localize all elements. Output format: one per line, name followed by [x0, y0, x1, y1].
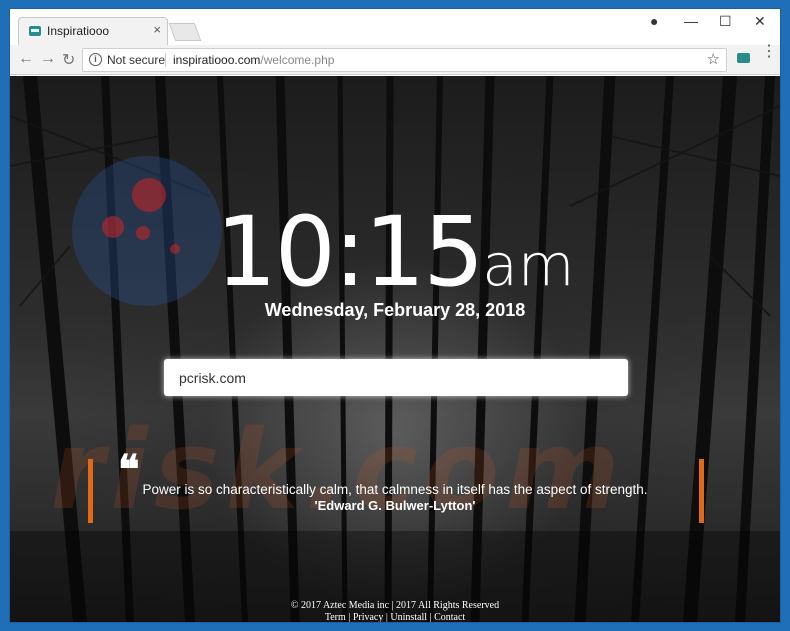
clock-ampm: am — [482, 231, 575, 299]
menu-dots-icon[interactable]: ⋮ — [761, 44, 777, 60]
footer-link-uninstall[interactable]: Uninstall — [390, 612, 427, 622]
maximize-button[interactable]: ☐ — [719, 13, 732, 30]
site-favicon-icon — [29, 26, 41, 36]
back-arrow-icon[interactable]: ← — [18, 50, 34, 68]
current-date: Wednesday, February 28, 2018 — [264, 300, 526, 320]
search-input[interactable] — [164, 359, 628, 396]
tab-close-icon[interactable]: × — [153, 22, 161, 37]
address-bar[interactable]: i Not secure inspiratiooo.com/welcome.ph… — [82, 48, 727, 72]
forward-arrow-icon[interactable]: → — [40, 50, 56, 68]
browser-tab[interactable]: Inspiratiooo × — [18, 17, 168, 45]
new-tab-button[interactable] — [168, 23, 202, 41]
url-text[interactable]: inspiratiooo.com/welcome.php — [173, 53, 334, 67]
footer-link-contact[interactable]: Contact — [434, 612, 465, 622]
quote-text: Power is so characteristically calm, tha… — [142, 482, 648, 497]
url-host: inspiratiooo.com — [173, 53, 261, 67]
clock: 10:15am — [10, 196, 780, 308]
tab-title: Inspiratiooo — [47, 24, 110, 38]
footer: © 2017 Aztec Media inc | 2017 All Rights… — [10, 600, 780, 622]
quote-author: 'Edward G. Bulwer-Lytton' — [314, 498, 476, 513]
footer-link-term[interactable]: Term — [325, 612, 346, 622]
address-toolbar: ← → ↻ i Not secure inspiratiooo.com/welc… — [10, 44, 780, 75]
minimize-button[interactable]: — — [684, 13, 698, 29]
footer-links: Term | Privacy | Uninstall | Contact — [324, 612, 466, 622]
close-window-button[interactable]: ✕ — [754, 13, 766, 30]
search-box[interactable] — [164, 359, 628, 396]
browser-window: Inspiratiooo × ● — ☐ ✕ ← → ↻ i Not secur… — [9, 8, 781, 623]
profile-icon[interactable]: ● — [650, 13, 658, 29]
bookmark-star-icon[interactable]: ☆ — [707, 50, 720, 68]
url-path: /welcome.php — [260, 53, 335, 67]
footer-link-privacy[interactable]: Privacy — [353, 612, 384, 622]
copyright-text: © 2017 Aztec Media inc | 2017 All Rights… — [290, 600, 500, 611]
page-content: risk.com 10:15am Wednesday, February 28,… — [10, 76, 780, 622]
info-icon[interactable]: i — [89, 53, 102, 66]
title-bar: Inspiratiooo × ● — ☐ ✕ — [10, 9, 780, 45]
clock-time: 10:15 — [215, 196, 485, 308]
security-indicator[interactable]: Not secure — [107, 53, 165, 67]
reload-icon[interactable]: ↻ — [62, 50, 75, 70]
extension-icon[interactable] — [737, 53, 750, 63]
divider — [165, 53, 166, 67]
